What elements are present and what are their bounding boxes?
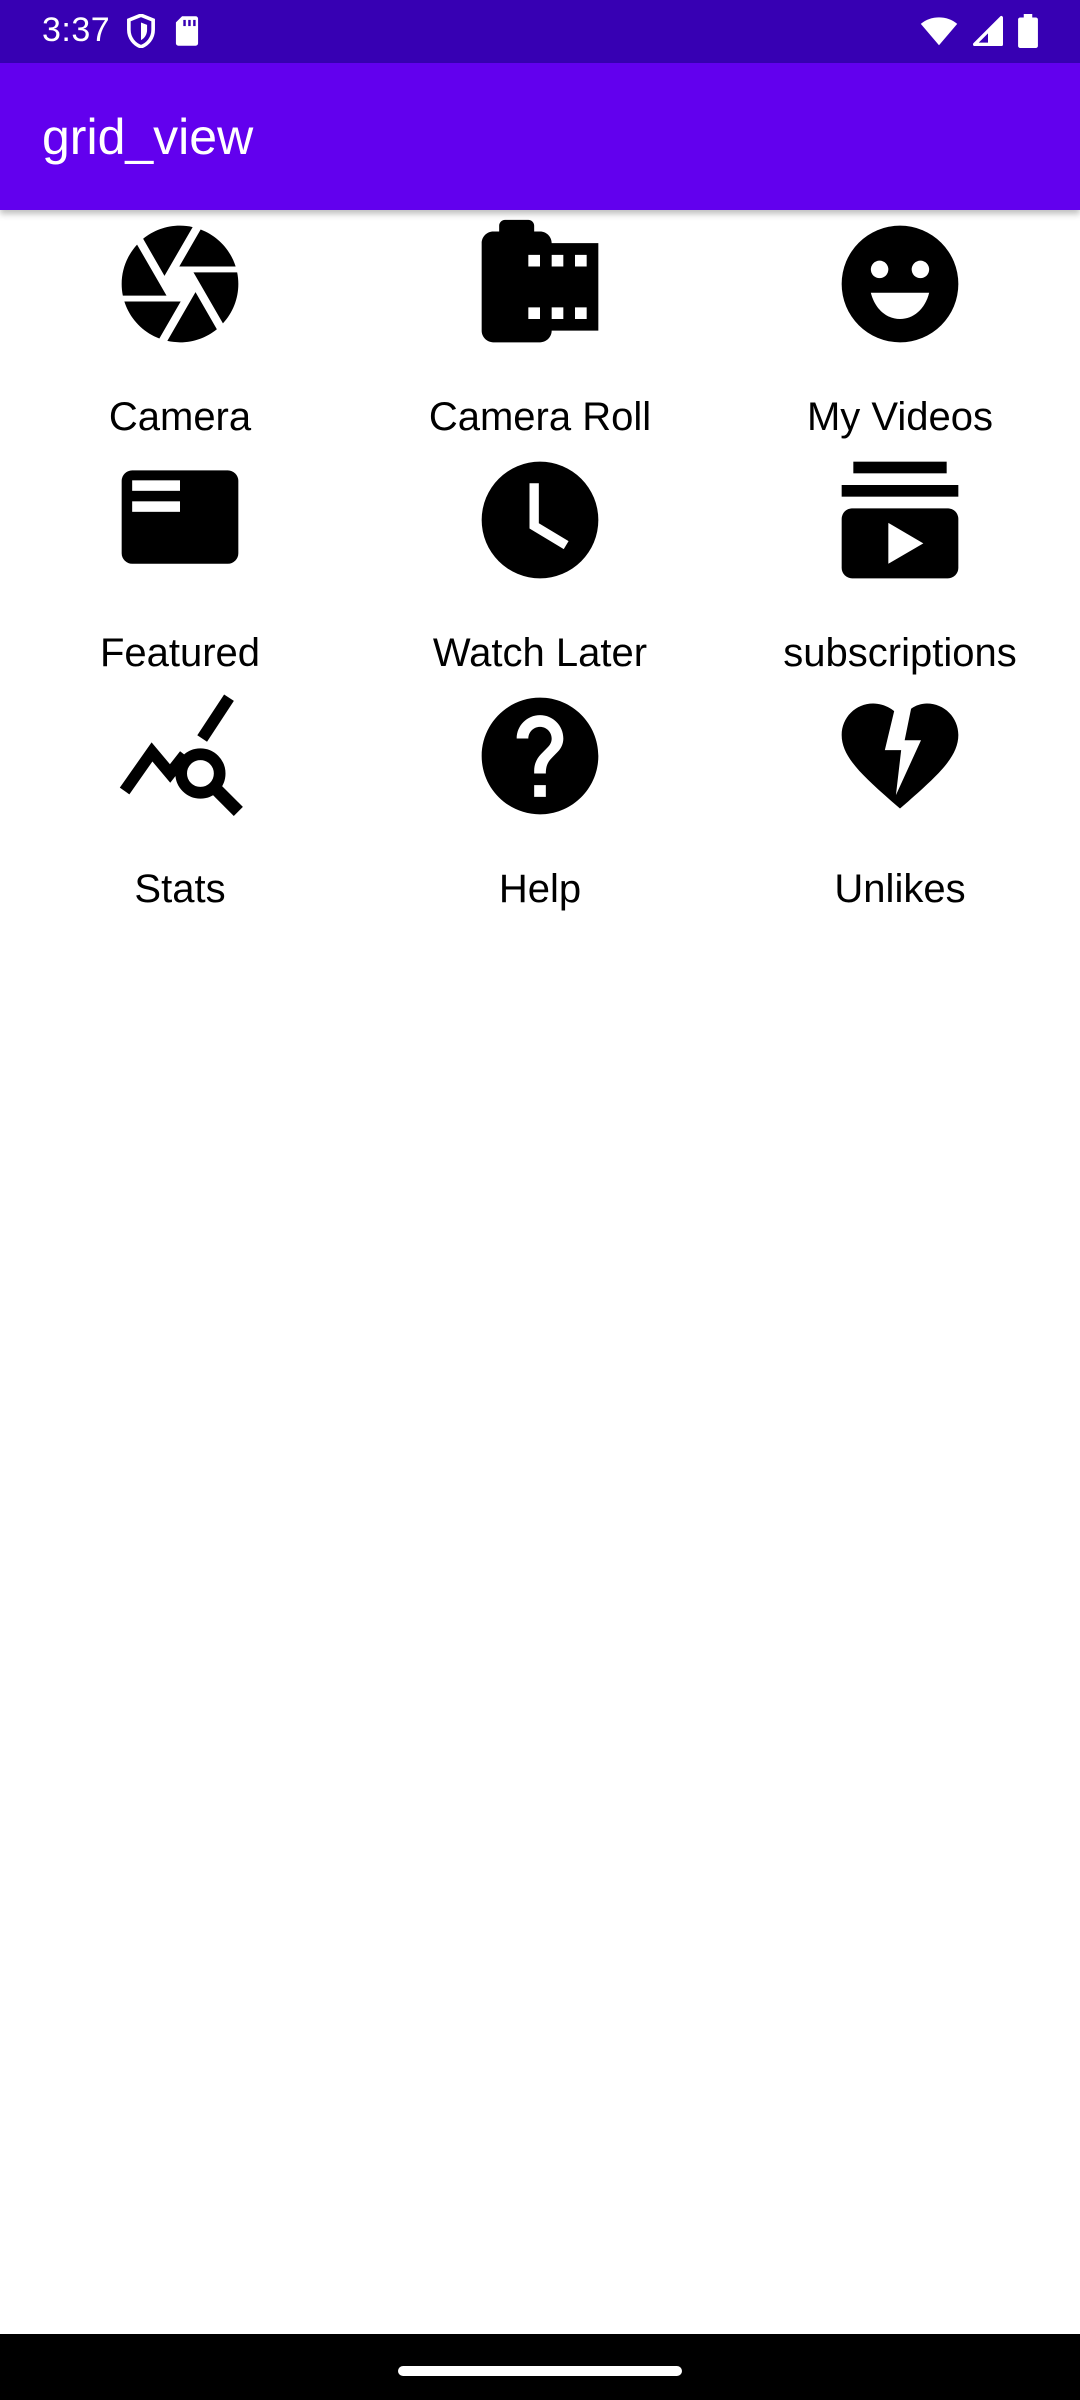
grid-item-help[interactable]: Help (360, 682, 720, 918)
grid-item-my-videos[interactable]: My Videos (720, 210, 1080, 446)
status-right-icons (920, 14, 1038, 48)
grid-item-label: subscriptions (783, 631, 1017, 675)
app-title: grid_view (42, 109, 254, 165)
clock-icon (470, 450, 610, 590)
camera-aperture-icon (110, 214, 250, 354)
help-icon (470, 686, 610, 826)
grid-view: Camera Camera Roll My Videos Featured Wa… (0, 210, 1080, 918)
cell-signal-icon (972, 15, 1004, 47)
grid-item-watch-later[interactable]: Watch Later (360, 446, 720, 682)
grid-item-unlikes[interactable]: Unlikes (720, 682, 1080, 918)
smiley-face-icon (830, 214, 970, 354)
grid-item-label: Featured (99, 631, 261, 675)
battery-icon (1018, 14, 1038, 48)
camera-roll-icon (470, 214, 610, 354)
wifi-icon (920, 15, 958, 47)
grid-item-label: Help (498, 867, 582, 911)
grid-item-label: Camera Roll (428, 395, 652, 439)
navigation-bar (0, 2334, 1080, 2400)
grid-item-label: Stats (134, 867, 226, 911)
sd-card-icon (174, 15, 200, 47)
grid-item-label: Watch Later (432, 631, 648, 675)
status-left-icons (126, 14, 200, 48)
featured-video-icon (110, 450, 250, 590)
grid-item-label: Camera (108, 395, 252, 439)
grid-item-stats[interactable]: Stats (0, 682, 360, 918)
home-gesture-handle[interactable] (398, 2366, 682, 2376)
broken-heart-icon (830, 686, 970, 826)
grid-item-label: Unlikes (834, 867, 966, 911)
subscriptions-icon (830, 450, 970, 590)
grid-item-subscriptions[interactable]: subscriptions (720, 446, 1080, 682)
app-bar: grid_view (0, 63, 1080, 210)
grid-item-camera-roll[interactable]: Camera Roll (360, 210, 720, 446)
grid-item-camera[interactable]: Camera (0, 210, 360, 446)
grid-item-label: My Videos (806, 395, 993, 439)
shield-icon (126, 14, 156, 48)
stats-search-icon (110, 686, 250, 826)
grid-item-featured[interactable]: Featured (0, 446, 360, 682)
status-time: 3:37 (42, 11, 111, 49)
status-bar: 3:37 (0, 0, 1080, 63)
